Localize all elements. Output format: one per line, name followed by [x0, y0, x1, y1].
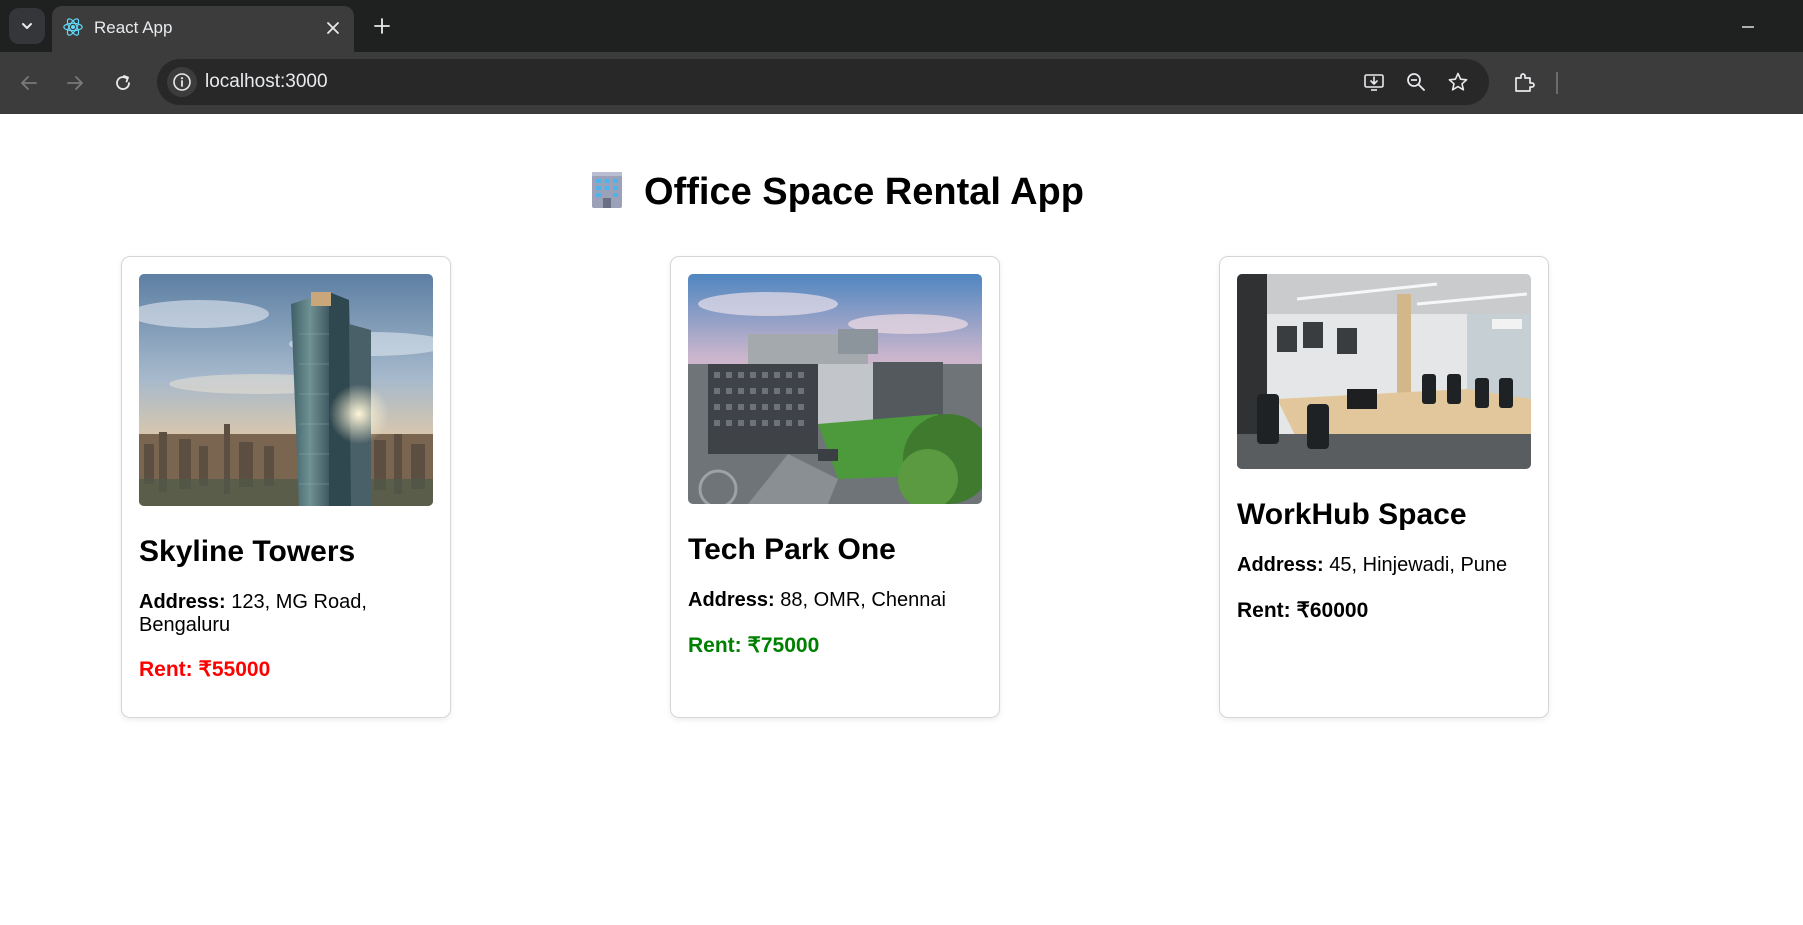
rent-value: ₹60000	[1296, 599, 1369, 622]
listing-card-workhub-space: WorkHub Space Address: 45, Hinjewadi, Pu…	[1219, 256, 1549, 718]
browser-tab-active[interactable]: React App	[52, 6, 354, 52]
office-building-emoji-icon	[592, 172, 623, 208]
arrow-left-icon	[21, 76, 37, 90]
chevron-down-icon	[22, 23, 32, 29]
listing-rent: Rent: ₹75000	[688, 633, 819, 658]
tab-close-button[interactable]	[322, 17, 344, 39]
star-icon	[1448, 72, 1468, 91]
zoom-button[interactable]	[1401, 67, 1431, 97]
rent-label: Rent:	[1237, 599, 1291, 622]
listing-rent: Rent: ₹55000	[139, 657, 270, 682]
back-button[interactable]	[13, 67, 45, 99]
address-label: Address:	[1237, 554, 1324, 576]
puzzle-piece-icon	[1515, 73, 1535, 92]
close-icon	[327, 22, 339, 34]
install-icon	[1364, 74, 1384, 91]
install-app-button[interactable]	[1359, 67, 1389, 97]
listing-address: Address: 45, Hinjewadi, Pune	[1237, 554, 1527, 577]
browser-tab-strip: React App	[0, 0, 1803, 52]
address-bar[interactable]: localhost:3000	[157, 59, 1489, 105]
extensions-button[interactable]	[1508, 67, 1540, 99]
site-info-button[interactable]	[167, 67, 197, 97]
listing-address: Address: 88, OMR, Chennai	[688, 589, 978, 612]
listing-card-tech-park-one: Tech Park One Address: 88, OMR, Chennai …	[670, 256, 1000, 718]
tab-search-button[interactable]	[9, 8, 45, 44]
zoom-out-icon	[1407, 73, 1425, 91]
url-text[interactable]: localhost:3000	[205, 71, 328, 93]
window-minimize-button[interactable]	[1735, 14, 1761, 40]
rent-value: ₹75000	[747, 634, 820, 657]
arrow-right-icon	[67, 76, 83, 90]
listing-image	[1237, 274, 1531, 469]
minimize-icon	[1742, 26, 1754, 28]
rent-label: Rent:	[139, 658, 193, 681]
listing-title: Skyline Towers	[139, 535, 356, 568]
listing-rent: Rent: ₹60000	[1237, 598, 1368, 623]
address-label: Address:	[139, 591, 226, 613]
tab-title: React App	[94, 18, 173, 37]
new-tab-button[interactable]	[368, 12, 396, 40]
toolbar-divider	[1556, 72, 1558, 94]
page-title-text: Office Space Rental App	[644, 171, 1084, 213]
address-value: 88, OMR, Chennai	[780, 589, 946, 611]
listing-image	[688, 274, 982, 504]
reload-button[interactable]	[107, 67, 139, 99]
browser-toolbar: localhost:3000	[0, 52, 1803, 114]
page-content: Office Space Rental App Skyline Towers A…	[0, 114, 1803, 925]
listing-image	[139, 274, 433, 506]
address-label: Address:	[688, 589, 775, 611]
coworking-interior-photo	[1237, 274, 1531, 469]
forward-button[interactable]	[59, 67, 91, 99]
listing-title: WorkHub Space	[1237, 498, 1467, 531]
info-icon	[173, 73, 191, 91]
reload-icon	[116, 75, 130, 90]
bookmark-button[interactable]	[1443, 67, 1473, 97]
rent-value: ₹55000	[198, 658, 271, 681]
address-value: 45, Hinjewadi, Pune	[1329, 554, 1508, 576]
react-logo-icon	[63, 18, 83, 36]
listing-title: Tech Park One	[688, 533, 896, 566]
rent-label: Rent:	[688, 634, 742, 657]
plus-icon	[374, 18, 390, 34]
listing-address: Address: 123, MG Road, Bengaluru	[139, 591, 429, 637]
skyscraper-city-photo	[139, 274, 433, 506]
page-title: Office Space Rental App	[0, 168, 1670, 214]
office-campus-aerial-photo	[688, 274, 982, 504]
listing-card-skyline-towers: Skyline Towers Address: 123, MG Road, Be…	[121, 256, 451, 718]
